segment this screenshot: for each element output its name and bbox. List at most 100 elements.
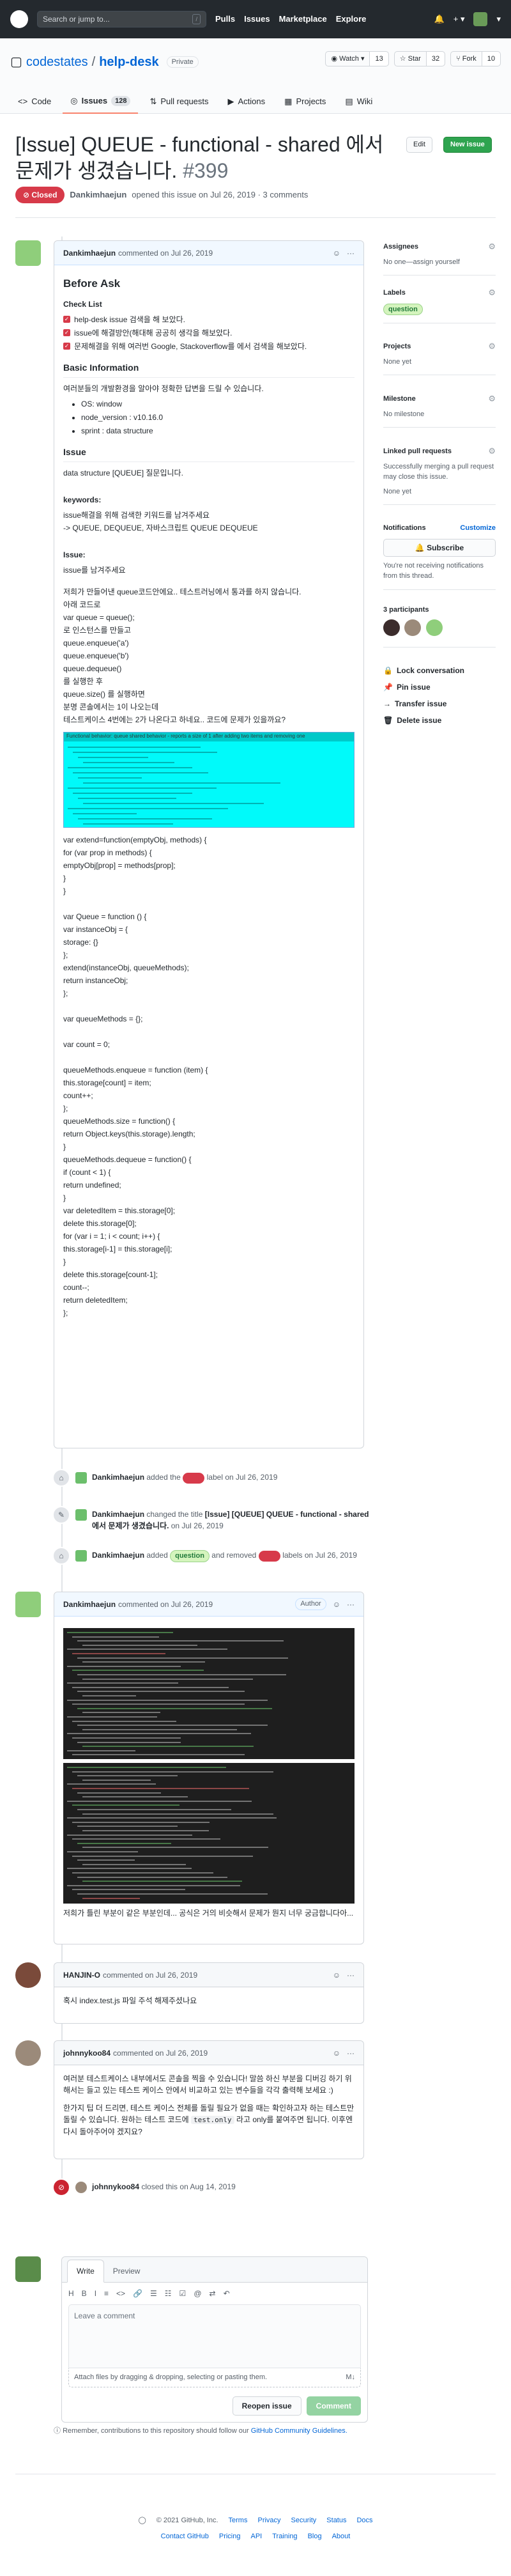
- smiley-icon[interactable]: ☺: [333, 1599, 340, 1610]
- attach-files-area[interactable]: Attach files by dragging & dropping, sel…: [68, 2368, 361, 2387]
- reopen-issue-button[interactable]: Reopen issue: [232, 2396, 301, 2416]
- code-icon[interactable]: <>: [116, 2288, 125, 2299]
- customize-link[interactable]: Customize: [460, 523, 496, 534]
- avatar[interactable]: [75, 1509, 87, 1521]
- chevron-down-icon[interactable]: ▾: [496, 13, 501, 26]
- nav-marketplace[interactable]: Marketplace: [279, 13, 327, 26]
- fork-button[interactable]: ⑂ Fork 10: [450, 51, 501, 66]
- smiley-icon[interactable]: ☺: [333, 247, 340, 259]
- footer-link[interactable]: Contact GitHub: [161, 2531, 209, 2542]
- tab-issues[interactable]: ◎ Issues 128: [63, 89, 139, 114]
- event-author[interactable]: Dankimhaejun: [92, 1510, 144, 1519]
- footer-link[interactable]: Blog: [308, 2531, 322, 2542]
- footer-link[interactable]: Status: [326, 2515, 346, 2526]
- fork-count[interactable]: 10: [482, 52, 500, 66]
- avatar[interactable]: [75, 1550, 87, 1562]
- footer-link[interactable]: Training: [272, 2531, 297, 2542]
- footer-link[interactable]: Pricing: [219, 2531, 241, 2542]
- event-author[interactable]: Dankimhaejun: [92, 1473, 144, 1482]
- avatar[interactable]: [473, 12, 488, 26]
- avatar[interactable]: [15, 1592, 41, 1617]
- watch-button[interactable]: ◉ Watch ▾ 13: [325, 51, 389, 66]
- footer-link[interactable]: Privacy: [257, 2515, 280, 2526]
- star-count[interactable]: 32: [426, 52, 445, 66]
- tab-code[interactable]: <> Code: [10, 89, 59, 114]
- footer-link[interactable]: About: [332, 2531, 351, 2542]
- comment-author[interactable]: HANJIN-O: [63, 1969, 100, 1981]
- kebab-icon[interactable]: ···: [347, 1599, 355, 1610]
- ordered-list-icon[interactable]: ☷: [165, 2288, 172, 2299]
- assignees-value[interactable]: No one—assign yourself: [383, 257, 496, 268]
- label-pill[interactable]: bug: [258, 1551, 280, 1562]
- quote-icon[interactable]: ≡: [104, 2288, 109, 2299]
- avatar[interactable]: [75, 2182, 87, 2193]
- comment-meta[interactable]: commented on Jul 26, 2019: [118, 247, 213, 259]
- heading-icon[interactable]: H: [68, 2288, 74, 2299]
- task-list-icon[interactable]: ☑: [179, 2288, 187, 2299]
- event-author[interactable]: Dankimhaejun: [92, 1551, 144, 1560]
- italic-icon[interactable]: I: [95, 2288, 96, 2299]
- footer-link[interactable]: Docs: [356, 2515, 372, 2526]
- bold-icon[interactable]: B: [82, 2288, 87, 2299]
- edit-button[interactable]: Edit: [406, 137, 432, 153]
- comment-meta[interactable]: commented on Jul 26, 2019: [118, 1599, 213, 1610]
- avatar[interactable]: [425, 619, 443, 636]
- nav-pulls[interactable]: Pulls: [215, 13, 235, 26]
- lock-conversation-button[interactable]: 🔒 Lock conversation: [383, 665, 496, 676]
- pin-issue-button[interactable]: 📌 Pin issue: [383, 681, 496, 693]
- search-input[interactable]: Search or jump to... /: [37, 11, 206, 27]
- event-author[interactable]: johnnykoo84: [92, 2182, 139, 2191]
- footer-link[interactable]: API: [250, 2531, 262, 2542]
- footer-link[interactable]: Terms: [229, 2515, 248, 2526]
- tab-wiki[interactable]: ▤ Wiki: [337, 89, 380, 114]
- avatar[interactable]: [15, 2040, 41, 2066]
- repo-owner-link[interactable]: codestates: [26, 52, 88, 72]
- star-button[interactable]: ☆ Star 32: [393, 51, 446, 66]
- tab-write[interactable]: Write: [67, 2260, 104, 2283]
- gear-icon[interactable]: ⚙: [488, 392, 496, 405]
- avatar[interactable]: [404, 619, 422, 636]
- screenshot-image[interactable]: Functional behavior: queue shared behavi…: [63, 731, 355, 828]
- repo-name-link[interactable]: help-desk: [99, 52, 158, 72]
- guidelines-link[interactable]: GitHub Community Guidelines.: [251, 2427, 347, 2435]
- comment-author[interactable]: Dankimhaejun: [63, 1599, 116, 1610]
- gear-icon[interactable]: ⚙: [488, 340, 496, 353]
- comment-author[interactable]: Dankimhaejun: [63, 247, 116, 259]
- tab-projects[interactable]: ▦ Projects: [277, 89, 333, 114]
- screenshot-image[interactable]: [63, 1628, 355, 1759]
- delete-issue-button[interactable]: 🗑 Delete issue: [383, 715, 496, 726]
- avatar[interactable]: [15, 2256, 41, 2282]
- cross-reference-icon[interactable]: ⇄: [210, 2288, 216, 2299]
- smiley-icon[interactable]: ☺: [333, 1969, 340, 1981]
- nav-explore[interactable]: Explore: [336, 13, 367, 26]
- avatar[interactable]: [75, 1472, 87, 1484]
- tab-preview[interactable]: Preview: [104, 2260, 149, 2282]
- comment-button[interactable]: Comment: [306, 2396, 361, 2416]
- screenshot-image[interactable]: [63, 1763, 355, 1904]
- reply-icon[interactable]: ↶: [224, 2288, 230, 2299]
- mention-icon[interactable]: @: [194, 2288, 201, 2299]
- new-issue-button[interactable]: New issue: [443, 137, 492, 153]
- comment-textarea[interactable]: Leave a comment: [68, 2304, 361, 2368]
- comment-meta[interactable]: commented on Jul 26, 2019: [113, 2047, 208, 2059]
- nav-issues[interactable]: Issues: [244, 13, 270, 26]
- kebab-icon[interactable]: ···: [347, 1969, 355, 1981]
- comment-author[interactable]: johnnykoo84: [63, 2047, 111, 2059]
- kebab-icon[interactable]: ···: [347, 2047, 355, 2059]
- label-pill[interactable]: bug: [183, 1473, 205, 1484]
- avatar[interactable]: [15, 1962, 41, 1988]
- tab-actions[interactable]: ▶ Actions: [220, 89, 273, 114]
- tab-pull-requests[interactable]: ⇅ Pull requests: [142, 89, 216, 114]
- bell-icon[interactable]: 🔔: [434, 13, 445, 26]
- label-pill[interactable]: question: [383, 303, 423, 315]
- unordered-list-icon[interactable]: ☰: [150, 2288, 157, 2299]
- subscribe-button[interactable]: 🔔 Subscribe: [383, 538, 496, 557]
- footer-link[interactable]: Security: [291, 2515, 317, 2526]
- gear-icon[interactable]: ⚙: [488, 240, 496, 253]
- avatar[interactable]: [15, 240, 41, 266]
- link-icon[interactable]: 🔗: [133, 2288, 142, 2299]
- kebab-icon[interactable]: ···: [347, 247, 355, 259]
- github-logo-icon[interactable]: [10, 10, 28, 28]
- comment-meta[interactable]: commented on Jul 26, 2019: [103, 1969, 197, 1981]
- gear-icon[interactable]: ⚙: [488, 286, 496, 299]
